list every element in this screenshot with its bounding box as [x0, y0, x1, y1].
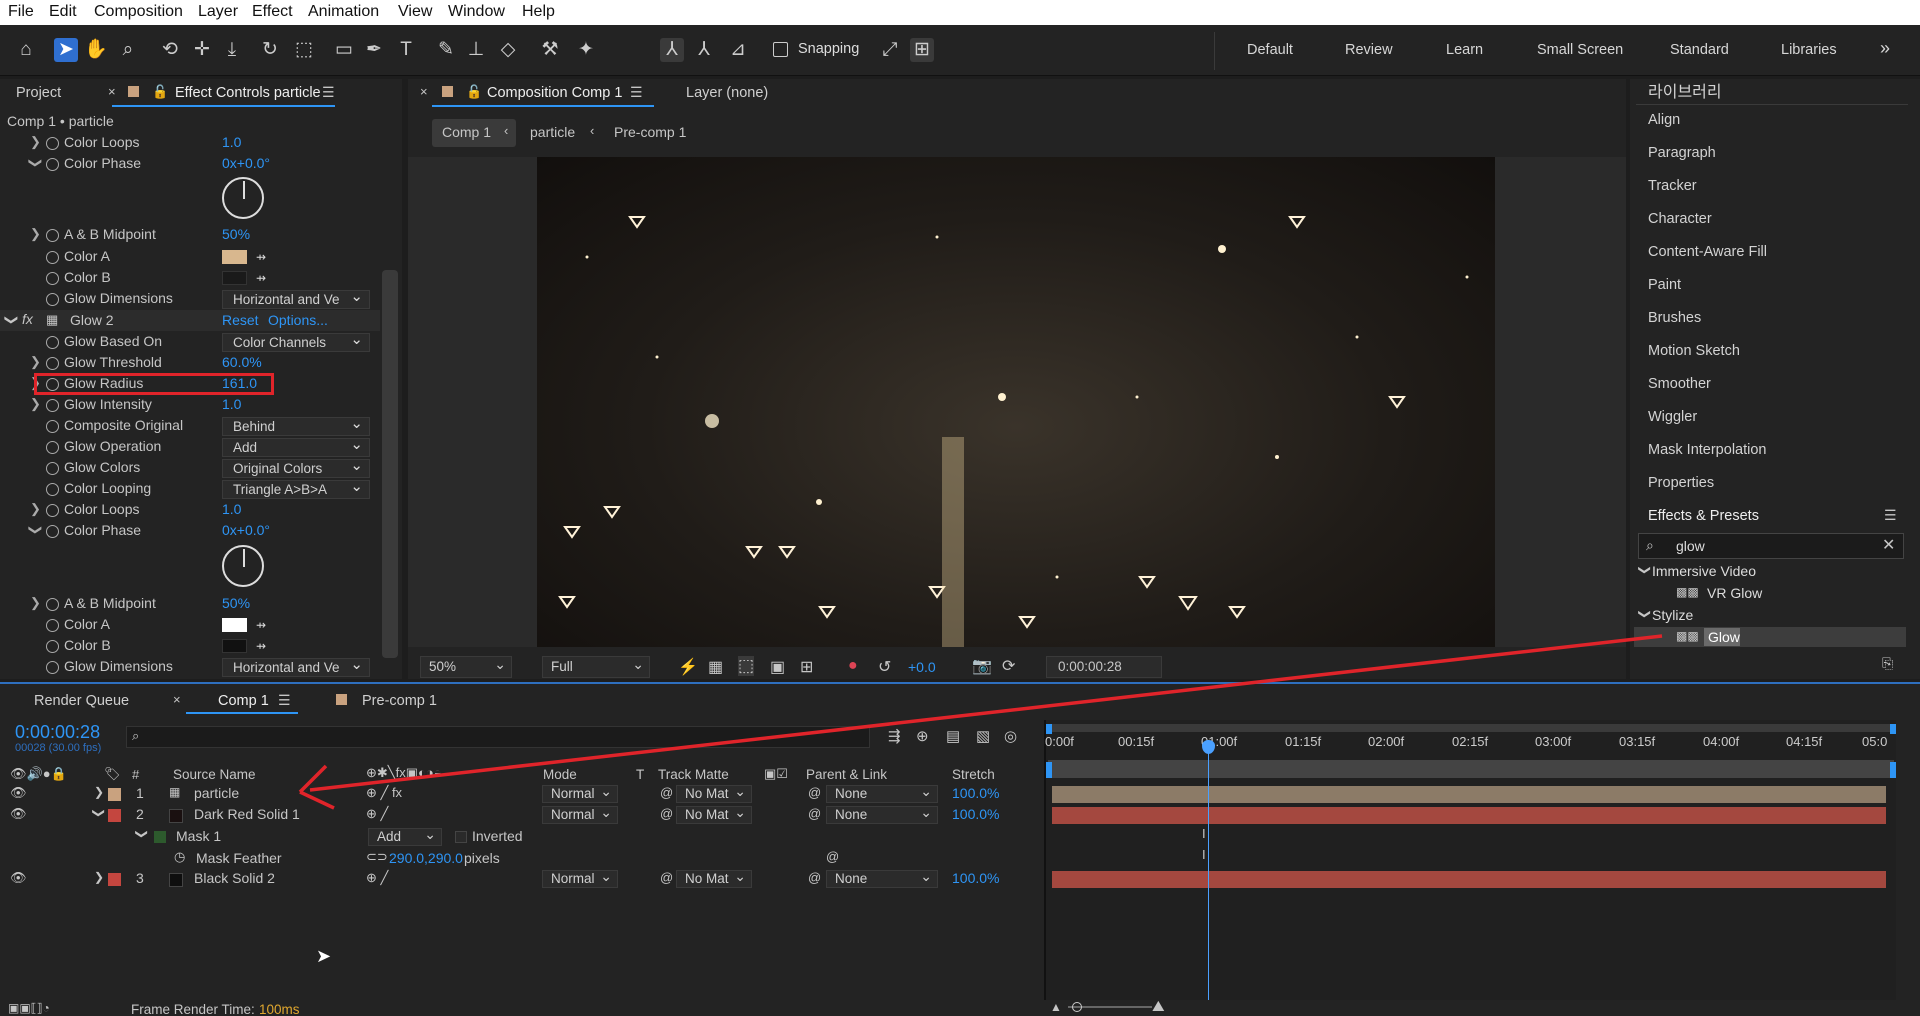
mouse-cursor-icon: ➤ [316, 946, 332, 966]
annotation-arrow [298, 634, 1663, 810]
